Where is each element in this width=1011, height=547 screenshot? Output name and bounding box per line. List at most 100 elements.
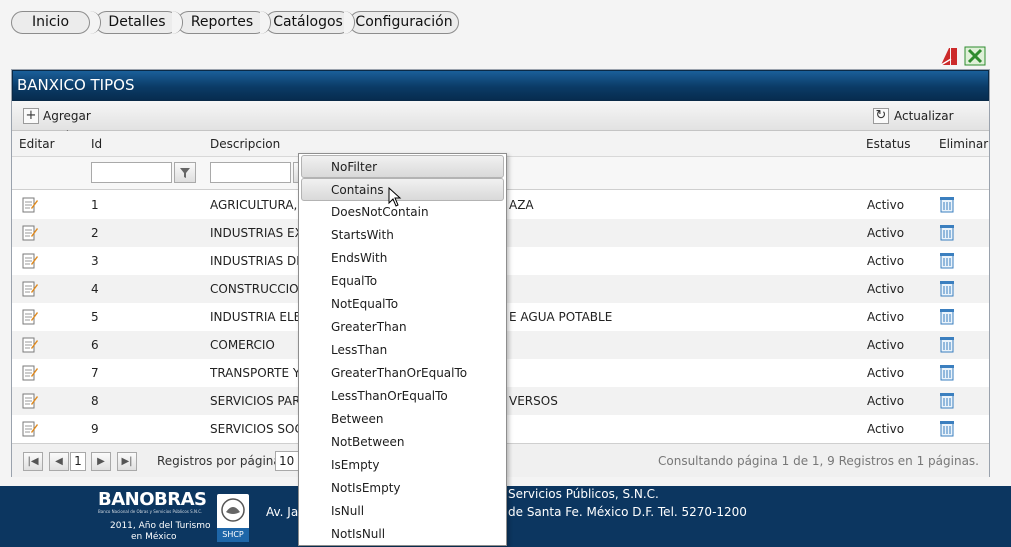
footer-logo-subtext: Banco Nacional de Obras y Servicios Públ…	[98, 509, 203, 514]
row-id: 5	[91, 310, 99, 324]
refresh-data-button[interactable]: ↻ Actualizar Datos	[873, 106, 985, 143]
export-excel-icon[interactable]	[964, 45, 986, 67]
row-descripcion: INDUSTRIAS EXT	[210, 226, 298, 240]
row-id: 3	[91, 254, 99, 268]
filter-option-notequalto[interactable]: NotEqualTo	[299, 293, 506, 316]
page-size-label: Registros por página:	[157, 454, 285, 468]
footer-year-line1: 2011, Año del Turismo	[110, 521, 211, 531]
filter-option-contains[interactable]: Contains	[301, 178, 504, 201]
row-estatus: Activo	[867, 394, 905, 408]
edit-icon[interactable]	[22, 420, 38, 437]
column-header-descripcion[interactable]: Descripcion	[210, 131, 280, 157]
edit-icon[interactable]	[22, 224, 38, 241]
row-id: 2	[91, 226, 99, 240]
row-descripcion: AGRICULTURA, G	[210, 198, 298, 212]
funnel-icon	[180, 168, 190, 178]
delete-icon[interactable]	[939, 196, 955, 213]
column-header-estatus[interactable]: Estatus	[866, 131, 910, 157]
next-page-button[interactable]: ▶	[91, 452, 111, 471]
edit-icon[interactable]	[22, 364, 38, 381]
edit-icon[interactable]	[22, 308, 38, 325]
row-id: 4	[91, 282, 99, 296]
row-descripcion: INDUSTRIAS DE T	[210, 254, 298, 268]
last-page-button[interactable]: ▶|	[117, 452, 137, 471]
edit-icon[interactable]	[22, 280, 38, 297]
row-descripcion: INDUSTRIA ELEC	[210, 310, 298, 324]
tab-inicio[interactable]: Inicio	[11, 11, 90, 34]
row-estatus: Activo	[867, 366, 905, 380]
filter-option-startswith[interactable]: StartsWith	[299, 224, 506, 247]
row-descripcion-tail: AZA	[509, 198, 534, 212]
edit-icon[interactable]	[22, 336, 38, 353]
delete-icon[interactable]	[939, 420, 955, 437]
filter-option-equalto[interactable]: EqualTo	[299, 270, 506, 293]
row-descripcion: SERVICIOS PARA	[210, 394, 298, 408]
row-id: 6	[91, 338, 99, 352]
filter-option-lessthanorequalto[interactable]: LessThanOrEqualTo	[299, 385, 506, 408]
edit-icon[interactable]	[22, 252, 38, 269]
page-number-button[interactable]: 1	[70, 452, 86, 471]
filter-option-isnull[interactable]: IsNull	[299, 500, 506, 523]
row-descripcion: SERVICIOS SOCIA	[210, 422, 298, 436]
filter-option-nofilter[interactable]: NoFilter	[301, 155, 504, 178]
filter-option-greaterthanorequalto[interactable]: GreaterThanOrEqualTo	[299, 362, 506, 385]
filter-option-endswith[interactable]: EndsWith	[299, 247, 506, 270]
prev-page-button[interactable]: ◀	[49, 452, 69, 471]
column-header-id[interactable]: Id	[91, 131, 102, 157]
filter-option-greaterthan[interactable]: GreaterThan	[299, 316, 506, 339]
mouse-cursor-icon	[388, 187, 402, 207]
edit-icon[interactable]	[22, 196, 38, 213]
id-filter-input[interactable]	[91, 162, 172, 183]
filter-option-notbetween[interactable]: NotBetween	[299, 431, 506, 454]
filter-option-notisnull[interactable]: NotIsNull	[299, 523, 506, 546]
delete-icon[interactable]	[939, 364, 955, 381]
plus-icon: +	[23, 108, 39, 124]
filter-option-doesnotcontain[interactable]: DoesNotContain	[299, 201, 506, 224]
filter-menu: NoFilter Contains DoesNotContain StartsWith…	[298, 153, 507, 546]
first-page-button[interactable]: |◀	[23, 452, 43, 471]
delete-icon[interactable]	[939, 224, 955, 241]
footer-year-line2: en México	[131, 532, 177, 542]
row-id: 9	[91, 422, 99, 436]
export-pdf-icon[interactable]	[938, 45, 960, 67]
row-estatus: Activo	[867, 282, 905, 296]
footer-address-left: Av. Ja	[266, 505, 299, 519]
grid-toolbar: + Agregar Registro ↻ Actualizar Datos	[12, 101, 989, 143]
column-header-eliminar[interactable]: Eliminar	[939, 131, 988, 157]
footer-address-right: de Santa Fe. México D.F. Tel. 5270-1200	[508, 505, 747, 519]
filter-option-isempty[interactable]: IsEmpty	[299, 454, 506, 477]
row-descripcion-tail: VERSOS	[509, 394, 558, 408]
row-id: 1	[91, 198, 99, 212]
footer-line1: Servicios Públicos, S.N.C.	[508, 487, 659, 501]
filter-option-between[interactable]: Between	[299, 408, 506, 431]
row-id: 8	[91, 394, 99, 408]
tab-catalogos[interactable]: Catálogos	[260, 11, 351, 34]
row-descripcion: CONSTRUCCION	[210, 282, 298, 296]
row-descripcion-tail: E AGUA POTABLE	[509, 310, 613, 324]
delete-icon[interactable]	[939, 392, 955, 409]
shcp-seal: SHCP	[217, 494, 249, 542]
row-descripcion: COMERCIO	[210, 338, 275, 352]
eagle-seal-icon	[221, 498, 245, 522]
descripcion-filter-input[interactable]	[210, 162, 291, 183]
id-filter-button[interactable]	[174, 162, 196, 183]
refresh-icon: ↻	[873, 108, 889, 124]
column-header-editar[interactable]: Editar	[19, 131, 55, 157]
edit-icon[interactable]	[22, 392, 38, 409]
panel-title: BANXICO TIPOS	[12, 70, 989, 101]
delete-icon[interactable]	[939, 336, 955, 353]
delete-icon[interactable]	[939, 308, 955, 325]
row-id: 7	[91, 366, 99, 380]
tab-configuracion[interactable]: Configuración	[344, 11, 459, 34]
row-estatus: Activo	[867, 198, 905, 212]
tab-detalles[interactable]: Detalles	[90, 11, 179, 34]
page-size-select[interactable]: 10	[275, 451, 299, 471]
row-estatus: Activo	[867, 254, 905, 268]
filter-option-notisempty[interactable]: NotIsEmpty	[299, 477, 506, 500]
tab-reportes[interactable]: Reportes	[172, 11, 267, 34]
delete-icon[interactable]	[939, 252, 955, 269]
pager-status: Consultando página 1 de 1, 9 Registros e…	[658, 454, 979, 468]
filter-option-lessthan[interactable]: LessThan	[299, 339, 506, 362]
add-record-button[interactable]: + Agregar Registro	[23, 106, 143, 143]
delete-icon[interactable]	[939, 280, 955, 297]
